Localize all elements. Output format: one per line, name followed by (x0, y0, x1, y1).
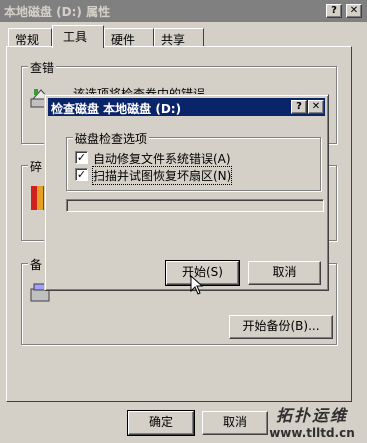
close-button[interactable]: ✕ (346, 4, 362, 18)
dialog-title: 检查磁盘 本地磁盘 (D:) (51, 102, 182, 116)
error-check-legend: 查错 (28, 59, 57, 76)
window-titlebar: 本地磁盘 (D:) 属性 ? ✕ (0, 0, 367, 22)
tab-general[interactable]: 常规 (8, 28, 52, 48)
check-disk-dialog: 检查磁盘 本地磁盘 (D:) ? ✕ 磁盘检查选项 ✓ 自动修复文件系统错误(A… (44, 94, 329, 295)
dialog-help-button[interactable]: ? (291, 100, 307, 114)
dialog-close-button[interactable]: ✕ (308, 100, 324, 114)
tab-tools[interactable]: 工具 (52, 25, 104, 48)
start-backup-button[interactable]: 开始备份(B)... (229, 315, 333, 339)
window-title: 本地磁盘 (D:) 属性 (4, 5, 111, 19)
ok-button[interactable]: 确定 (127, 410, 195, 436)
dialog-titlebar: 检查磁盘 本地磁盘 (D:) ? ✕ (48, 98, 325, 116)
tab-sharing[interactable]: 共享 (154, 28, 204, 48)
mouse-cursor-icon (190, 275, 204, 295)
dialog-cancel-button[interactable]: 取消 (248, 261, 321, 285)
defrag-legend: 碎 (28, 158, 45, 175)
watermark-url: www.tlltd.cn (269, 426, 355, 440)
watermark-brand: 拓扑运维 (275, 406, 348, 425)
watermark: 拓扑运维 www.tlltd.cn (258, 402, 366, 440)
progress-bar (66, 199, 324, 212)
auto-fix-label[interactable]: 自动修复文件系统错误(A) (93, 150, 231, 167)
tab-hardware[interactable]: 硬件 (104, 28, 154, 48)
backup-legend: 备 (28, 256, 45, 273)
disk-options-legend: 磁盘检查选项 (73, 130, 150, 147)
scan-bad-sectors-label[interactable]: 扫描并试图恢复坏扇区(N) (91, 166, 233, 185)
auto-fix-checkbox[interactable]: ✓ (75, 151, 88, 164)
scan-bad-sectors-checkbox[interactable]: ✓ (75, 168, 88, 181)
help-button[interactable]: ? (326, 4, 342, 18)
